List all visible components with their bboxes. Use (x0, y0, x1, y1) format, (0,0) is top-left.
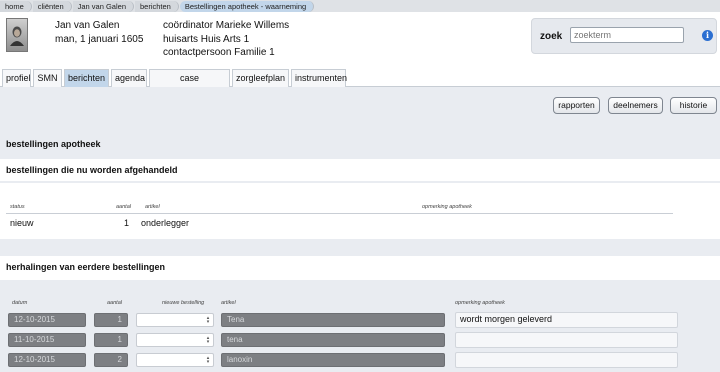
row-count: 1 (124, 218, 130, 228)
main-content: rapporten deelnemers historie bestelling… (0, 87, 720, 372)
breadcrumb-current: Bestellingen apotheek - waarneming (179, 0, 315, 12)
row-article: onderlegger (141, 218, 190, 228)
info-icon[interactable]: i (702, 30, 713, 41)
row-date: 12-10-2015 (8, 313, 86, 327)
note-field[interactable]: wordt morgen geleverd (455, 312, 678, 328)
contact-info: coördinator Marieke Willems huisarts Hui… (163, 19, 289, 60)
current-orders-title: bestellingen die nu worden afgehandeld (6, 165, 178, 175)
row-article: Tena (221, 313, 445, 327)
breadcrumb-clients[interactable]: cliënten (32, 0, 72, 12)
patient-birth: man, 1 januari 1605 (55, 33, 144, 45)
portrait-icon (10, 26, 24, 46)
new-order-input[interactable]: ▴ ▾ (136, 333, 214, 347)
row-count: 2 (94, 353, 128, 367)
search-panel: zoek i (531, 18, 717, 54)
row-status: nieuw (10, 218, 34, 228)
note-field[interactable] (455, 332, 678, 348)
patient-info: Jan van Galen man, 1 januari 1605 (55, 19, 143, 46)
tab-zorgleefplan[interactable]: zorgleefplan (232, 69, 289, 87)
col-new-order: nieuwe bestelling (162, 300, 205, 306)
header-divider (6, 213, 673, 214)
tab-instrumenten[interactable]: instrumenten (291, 69, 347, 87)
tab-case-management[interactable]: case management (149, 69, 230, 100)
tab-agenda[interactable]: agenda (111, 69, 147, 87)
tab-profiel[interactable]: profiel (2, 69, 31, 87)
search-input[interactable] (570, 27, 684, 43)
client-header: Jan van Galen man, 1 januari 1605 coördi… (0, 12, 720, 66)
participants-button[interactable]: deelnemers (608, 97, 663, 114)
previous-orders-title: herhalingen van eerdere bestellingen (6, 262, 166, 272)
row-date: 11-10-2015 (8, 333, 86, 347)
stepper-icon[interactable]: ▴ ▾ (205, 336, 211, 345)
history-button[interactable]: historie (670, 97, 717, 114)
breadcrumb-home[interactable]: home (0, 0, 32, 12)
general-practitioner: huisarts Huis Arts 1 (163, 33, 250, 45)
row-article: tena (221, 333, 445, 347)
search-label: zoek (540, 31, 563, 42)
breadcrumb-client[interactable]: Jan van Galen (72, 0, 134, 12)
col-note: opmerking apotheek (455, 300, 505, 306)
row-date: 12-10-2015 (8, 353, 86, 367)
stepper-icon[interactable]: ▴ ▾ (205, 356, 211, 365)
patient-name: Jan van Galen (55, 20, 120, 31)
new-order-input[interactable]: ▴ ▾ (136, 353, 214, 367)
coordinator: coördinator Marieke Willems (163, 20, 290, 31)
page-title: bestellingen apotheek (6, 139, 101, 149)
previous-orders-header: herhalingen van eerdere bestellingen (0, 256, 720, 280)
stepper-icon[interactable]: ▴ ▾ (205, 316, 211, 325)
col-count: aantal (116, 204, 131, 210)
col-article: artikel (221, 300, 236, 306)
tab-berichten[interactable]: berichten (64, 69, 109, 87)
col-date: datum (12, 300, 28, 306)
col-article: artikel (145, 204, 160, 210)
breadcrumb-messages[interactable]: berichten (135, 0, 179, 12)
row-count: 1 (94, 313, 128, 327)
note-field[interactable] (455, 352, 678, 368)
tab-smn[interactable]: SMN (33, 69, 62, 87)
new-order-input[interactable]: ▴ ▾ (136, 313, 214, 327)
tab-bar: profiel SMN berichten agenda case manage… (0, 66, 720, 100)
col-note: opmerking apotheek (422, 204, 472, 210)
row-article: lanoxin (221, 353, 445, 367)
current-orders-header: bestellingen die nu worden afgehandeld (0, 159, 720, 181)
col-status: status (10, 204, 25, 210)
avatar (6, 18, 28, 52)
breadcrumb: home cliënten Jan van Galen berichten Be… (0, 0, 720, 12)
current-orders-table: status aantal artikel opmerking apotheek… (0, 183, 720, 239)
col-count: aantal (107, 300, 122, 306)
contact-person: contactpersoon Familie 1 (163, 47, 275, 58)
row-count: 1 (94, 333, 128, 347)
reports-button[interactable]: rapporten (553, 97, 600, 114)
